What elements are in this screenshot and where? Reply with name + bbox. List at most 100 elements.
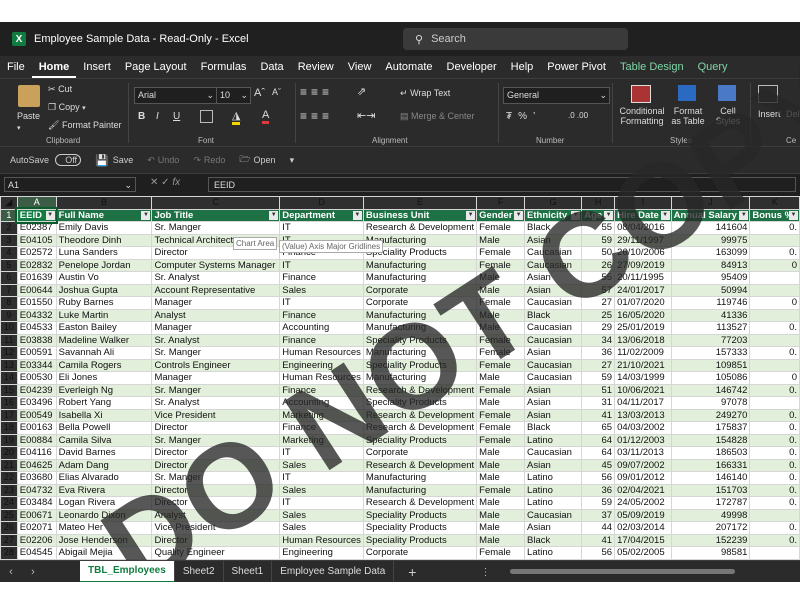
grid-cell[interactable]: Corporate (362, 296, 478, 310)
grid-cell[interactable]: 0 (749, 258, 800, 272)
grid-cell[interactable]: 27/09/2019 (614, 258, 672, 272)
grid-cell[interactable]: Speciality Products (362, 533, 478, 547)
grid-cell[interactable]: Caucasian (524, 508, 583, 522)
row-header[interactable]: 5 (0, 258, 18, 272)
grid-cell[interactable]: Female (476, 246, 526, 260)
grid-cell[interactable]: 146140 (670, 471, 751, 485)
grid-cell[interactable]: Sr. Analyst (151, 333, 281, 347)
grid-cell[interactable] (749, 333, 800, 347)
grid-cell[interactable]: 26/10/2006 (614, 246, 672, 260)
grid-cell[interactable]: Male (476, 471, 526, 485)
row-header[interactable]: 8 (0, 296, 18, 310)
row-header[interactable]: 24 (0, 496, 18, 510)
cell-styles-button[interactable]: Cell Styles (712, 106, 744, 126)
grid-cell[interactable]: Female (476, 546, 526, 560)
wrap-text-button[interactable]: ↵ Wrap Text (400, 88, 450, 99)
menu-tab-formulas[interactable]: Formulas (194, 61, 254, 78)
grid-cell[interactable]: Caucasian (524, 246, 583, 260)
grid-cell[interactable]: Logan Rivera (55, 496, 153, 510)
grid-cell[interactable]: 55 (581, 221, 616, 235)
grid-cell[interactable]: E01639 (16, 271, 57, 285)
column-header[interactable]: D (279, 196, 364, 210)
grid-cell[interactable]: 0. (749, 321, 800, 335)
table-header-cell[interactable]: Gender ▼ (476, 208, 526, 222)
grid-cell[interactable]: Analyst (151, 508, 281, 522)
grid-cell[interactable]: 141604 (670, 221, 751, 235)
grid-cell[interactable]: Corporate (362, 546, 478, 560)
grid-cell[interactable]: Female (476, 421, 526, 435)
grid-cell[interactable]: 0. (749, 421, 800, 435)
filter-dropdown-icon[interactable]: ▼ (45, 210, 55, 220)
grid-cell[interactable]: 163099 (670, 246, 751, 260)
grid-cell[interactable]: 16/05/2020 (614, 308, 672, 322)
grid-cell[interactable]: 55 (581, 271, 616, 285)
sheet-tab[interactable]: Sheet2 (175, 561, 224, 583)
menu-tab-file[interactable]: File (0, 61, 32, 78)
grid-cell[interactable]: Manufacturing (362, 308, 478, 322)
grid-cell[interactable]: 24/05/2002 (614, 496, 672, 510)
grid-cell[interactable]: 04/03/2002 (614, 421, 672, 435)
grid-cell[interactable]: Vice President (151, 521, 281, 535)
grid-cell[interactable]: Female (476, 408, 526, 422)
grid-cell[interactable]: Female (476, 258, 526, 272)
row-header[interactable]: 22 (0, 471, 18, 485)
grid-cell[interactable]: Male (476, 496, 526, 510)
grid-cell[interactable]: E02832 (16, 258, 57, 272)
grid-cell[interactable]: Speciality Products (362, 433, 478, 447)
grid-cell[interactable]: Asian (524, 458, 583, 472)
name-box[interactable]: A1 ⌄ (4, 177, 136, 192)
grid-cell[interactable]: Male (476, 283, 526, 297)
grid-cell[interactable]: 77203 (670, 333, 751, 347)
grid-cell[interactable]: Asian (524, 383, 583, 397)
grid-cell[interactable]: Director (151, 458, 281, 472)
grid-cell[interactable]: Human Resources (279, 346, 364, 360)
row-header[interactable]: 10 (0, 321, 18, 335)
column-header[interactable]: J (670, 196, 751, 210)
grid-cell[interactable]: 0. (749, 346, 800, 360)
orientation-icon[interactable]: ⇗ (357, 85, 366, 98)
grid-cell[interactable]: Savannah Ali (55, 346, 153, 360)
grid-cell[interactable]: Female (476, 483, 526, 497)
grid-cell[interactable]: 02/04/2021 (614, 483, 672, 497)
grid-cell[interactable]: 26 (581, 258, 616, 272)
grid-cell[interactable]: 119746 (670, 296, 751, 310)
grid-cell[interactable]: Asian (524, 346, 583, 360)
grid-cell[interactable]: 45 (581, 458, 616, 472)
insert-cells-button[interactable]: Insert (758, 109, 781, 119)
table-header-cell[interactable]: Job Title ▼ (151, 208, 281, 222)
grid-cell[interactable]: Caucasian (524, 371, 583, 385)
grid-cell[interactable]: 0. (749, 458, 800, 472)
grid-cell[interactable]: Speciality Products (362, 358, 478, 372)
column-header[interactable]: I (614, 196, 672, 210)
cell-table[interactable]: ◢ A B C D E F G H I J K 1 EEID ▼ Full Name ▼ Job Title ▼ De… (0, 196, 800, 560)
row-header[interactable]: 9 (0, 308, 18, 322)
grid-cell[interactable]: 05/02/2005 (614, 546, 672, 560)
grid-cell[interactable]: Latino (524, 483, 583, 497)
grid-cell[interactable]: E03344 (16, 358, 57, 372)
grid-cell[interactable]: Finance (279, 333, 364, 347)
grid-cell[interactable]: Elias Alvarado (55, 471, 153, 485)
grid-cell[interactable]: Female (476, 346, 526, 360)
row-header[interactable]: 12 (0, 346, 18, 360)
number-format-icons[interactable]: ₮%’ (506, 111, 541, 122)
grid-cell[interactable]: Black (524, 533, 583, 547)
grid-cell[interactable] (749, 358, 800, 372)
row-header[interactable]: 21 (0, 458, 18, 472)
grid-cell[interactable]: Male (476, 396, 526, 410)
grid-cell[interactable]: 01/12/2003 (614, 433, 672, 447)
grid-cell[interactable]: Director (151, 496, 281, 510)
grid-cell[interactable]: 151703 (670, 483, 751, 497)
grid-cell[interactable]: Sr. Manger (151, 346, 281, 360)
grid-cell[interactable]: Research & Development (362, 221, 478, 235)
row-header[interactable]: 25 (0, 508, 18, 522)
formula-input[interactable]: EEID (208, 177, 796, 192)
grid-cell[interactable]: Finance (279, 421, 364, 435)
row-header[interactable]: 15 (0, 383, 18, 397)
grid-cell[interactable]: Sales (279, 508, 364, 522)
grid-cell[interactable]: Male (476, 508, 526, 522)
grid-cell[interactable]: 27 (581, 296, 616, 310)
grid-cell[interactable]: Everleigh Ng (55, 383, 153, 397)
grid-cell[interactable]: 57 (581, 283, 616, 297)
column-header[interactable]: C (151, 196, 281, 210)
grid-cell[interactable]: E04533 (16, 321, 57, 335)
